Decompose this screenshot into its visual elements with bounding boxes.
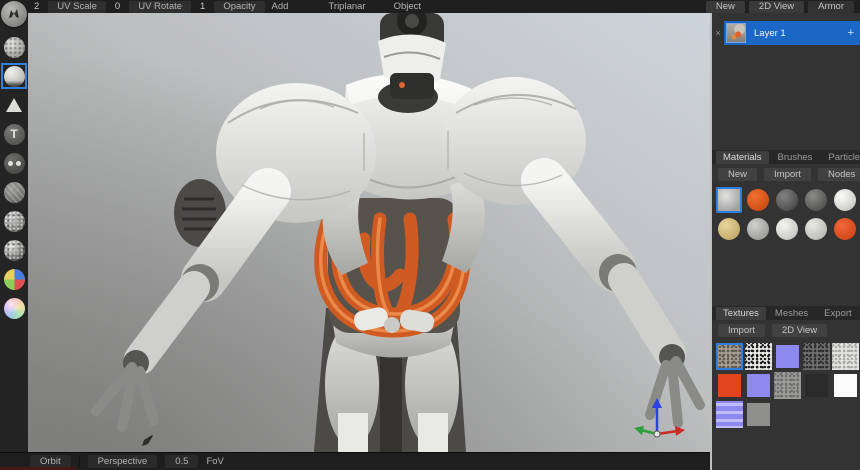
text-tool-icon: T: [4, 124, 25, 145]
texture-thumbnail-mid-gray[interactable]: [745, 401, 772, 428]
header-right: New 2D View Armor: [706, 1, 860, 13]
textures-tab-bar: Textures Meshes Export Viewport: [712, 306, 860, 320]
object-select[interactable]: Object: [394, 1, 421, 12]
tool-list: T: [0, 13, 28, 452]
colorid-tool-icon: [4, 269, 25, 290]
texture-thumbnail-noise-light[interactable]: [832, 343, 859, 370]
tab-particles[interactable]: Particles: [821, 151, 860, 164]
tool-brush[interactable]: [1, 34, 27, 60]
statusbar-divider: [79, 457, 80, 467]
texture-thumbnail-noise-dark[interactable]: [803, 343, 830, 370]
tab-meshes[interactable]: Meshes: [768, 307, 815, 320]
material-swatch-white[interactable]: [832, 187, 858, 213]
tool-eraser[interactable]: [1, 63, 27, 89]
materials-tab-bar: Materials Brushes Particles: [712, 150, 860, 164]
layer-name: Layer 1: [754, 28, 840, 39]
smudge-tool-icon: [4, 211, 25, 232]
viewport-canvas[interactable]: [28, 13, 710, 452]
right-panel: × Layer 1 + Materials Brushes Particles …: [710, 13, 860, 470]
clone-tool-icon: [4, 153, 25, 174]
material-swatch-dark-gray[interactable]: [774, 187, 800, 213]
fov-value-field[interactable]: 0.5: [165, 455, 198, 468]
tool-text[interactable]: T: [1, 121, 27, 147]
material-nodes-button[interactable]: Nodes: [818, 168, 860, 181]
project-tab-armor[interactable]: Armor: [808, 1, 854, 13]
layer-row[interactable]: Layer 1 +: [724, 21, 860, 45]
tool-picker[interactable]: [1, 295, 27, 321]
texture-thumbnail-grid: [712, 340, 860, 428]
tool-clone[interactable]: [1, 150, 27, 176]
triplanar-toggle[interactable]: Triplanar: [328, 1, 365, 12]
texture-thumbnail-near-black[interactable]: [803, 372, 830, 399]
tab-export[interactable]: Export: [817, 307, 858, 320]
opacity-field[interactable]: Opacity: [214, 1, 264, 13]
material-new-button[interactable]: New: [718, 168, 757, 181]
axis-gizmo[interactable]: [628, 394, 686, 442]
materials-buttons: New Import Nodes: [712, 164, 860, 184]
material-swatch-graphite[interactable]: [803, 187, 829, 213]
texture-thumbnail-speckle-bw[interactable]: [745, 343, 772, 370]
tool-colorid[interactable]: [1, 266, 27, 292]
tool-smudge[interactable]: [1, 208, 27, 234]
fov-label: FoV: [206, 456, 223, 467]
texture-thumbnail-orange-red[interactable]: [716, 372, 743, 399]
armorpaint-window: 2 UV Scale 0 UV Rotate 1 Opacity Add Tri…: [0, 0, 860, 470]
material-swatch-grid: [712, 184, 860, 242]
layers-panel: × Layer 1 +: [712, 21, 860, 45]
opacity-value[interactable]: 1: [198, 1, 207, 12]
layer-delete-icon[interactable]: ×: [712, 28, 724, 38]
material-swatch-beige[interactable]: [716, 216, 742, 242]
textures-buttons: Import 2D View: [712, 320, 860, 340]
uv-scale-value[interactable]: 2: [32, 1, 41, 12]
particle-tool-icon: [4, 240, 25, 261]
layer-thumbnail: [726, 23, 746, 43]
armorpaint-logo-icon[interactable]: [1, 1, 27, 27]
texture-thumbnail-normal-stripes[interactable]: [716, 401, 743, 428]
tab-brushes[interactable]: Brushes: [771, 151, 820, 164]
texture-thumbnail-purple[interactable]: [745, 372, 772, 399]
picker-tool-icon: [4, 298, 25, 319]
projection-select[interactable]: Perspective: [88, 455, 158, 468]
uv-rotate-field[interactable]: UV Rotate: [129, 1, 191, 13]
logo-swirl: [6, 6, 22, 22]
layer-add-icon[interactable]: +: [848, 27, 856, 39]
tool-blur[interactable]: [1, 179, 27, 205]
texture-thumbnail-flat-normal[interactable]: [774, 343, 801, 370]
blend-mode-select[interactable]: Add: [272, 1, 289, 12]
texture-2dview-button[interactable]: 2D View: [772, 324, 827, 337]
texture-thumbnail-grunge-gray[interactable]: [774, 372, 801, 399]
view-2d-button[interactable]: 2D View: [749, 1, 804, 13]
material-swatch-gray[interactable]: [716, 187, 742, 213]
blur-tool-icon: [4, 182, 25, 203]
texture-thumbnail-white[interactable]: [832, 372, 859, 399]
material-import-button[interactable]: Import: [764, 168, 811, 181]
material-swatch-off-white[interactable]: [803, 216, 829, 242]
brush-tool-icon: [4, 37, 25, 58]
uv-scale-field[interactable]: UV Scale: [48, 1, 106, 13]
uv-rotate-value[interactable]: 0: [113, 1, 122, 12]
tool-particle[interactable]: [1, 237, 27, 263]
robot-model-render: [28, 13, 710, 452]
eraser-tool-icon: [4, 66, 25, 87]
material-swatch-silver[interactable]: [745, 216, 771, 242]
tab-textures[interactable]: Textures: [716, 307, 766, 320]
top-toolbar: 2 UV Scale 0 UV Rotate 1 Opacity Add Tri…: [0, 0, 860, 13]
texture-thumbnail-grunge-brown[interactable]: [716, 343, 743, 370]
material-swatch-red-orange[interactable]: [832, 216, 858, 242]
material-swatch-pearl[interactable]: [774, 216, 800, 242]
new-project-button[interactable]: New: [706, 1, 745, 13]
tab-materials[interactable]: Materials: [716, 151, 769, 164]
status-bar: Orbit Perspective 0.5 FoV: [0, 452, 710, 470]
texture-import-button[interactable]: Import: [718, 324, 765, 337]
tool-fill[interactable]: [1, 92, 27, 118]
pen-cursor-icon: [140, 434, 154, 448]
material-swatch-orange[interactable]: [745, 187, 771, 213]
fill-tool-icon: [4, 95, 25, 116]
